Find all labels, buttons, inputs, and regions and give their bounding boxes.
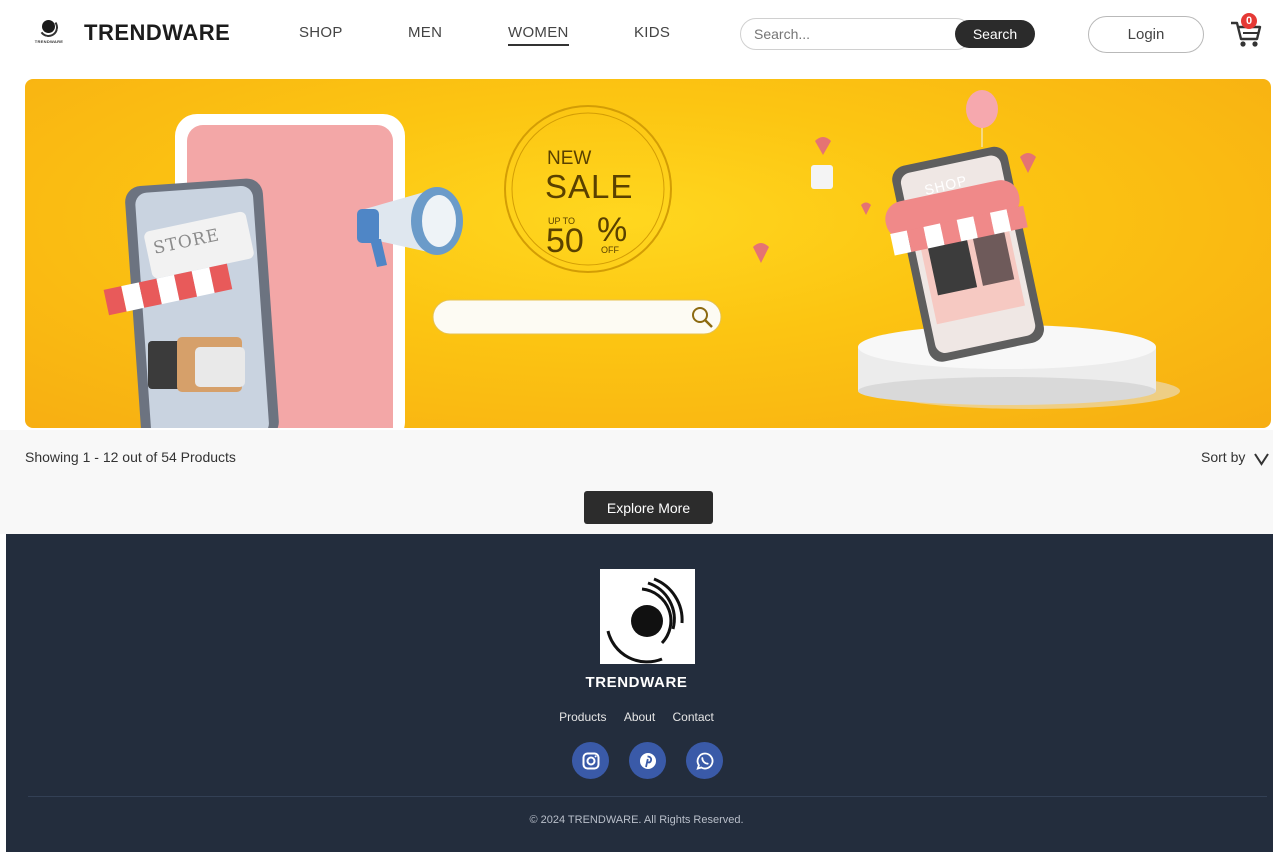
brand-name: TRENDWARE [84,20,231,45]
nav-link-kids[interactable]: KIDS [634,24,670,41]
footer-brand-name: TRENDWARE [585,674,688,691]
brand-logo-icon: TRENDWARE [26,16,72,48]
search-input[interactable] [740,18,972,50]
instagram-icon[interactable] [572,742,609,779]
hero-banner[interactable]: NEW SALE UP TO 50 % OFF STORE SHOP [25,79,1271,428]
footer-links: Products About Contact [0,710,1273,724]
copyright-text: © 2024 TRENDWARE. All Rights Reserved. [529,814,744,826]
nav-link-women[interactable]: WOMEN [508,24,569,46]
footer-link-about[interactable]: About [624,710,655,724]
chevron-down-icon[interactable] [1253,451,1270,467]
search-button[interactable]: Search [955,20,1035,48]
sale-title-text: SALE [545,168,634,205]
sale-new-text: NEW [547,148,592,169]
sort-by-label[interactable]: Sort by [1201,449,1245,465]
footer-divider [28,796,1267,797]
explore-more-button[interactable]: Explore More [584,491,713,524]
top-navbar: TRENDWARE TRENDWARE SHOP MEN WOMEN KIDS … [0,0,1273,70]
brand-logo-text: TRENDWARE [34,39,64,44]
brand[interactable]: TRENDWARE TRENDWARE [26,16,231,48]
whatsapp-icon[interactable] [686,742,723,779]
footer-link-products[interactable]: Products [559,710,606,724]
cart-count-badge: 0 [1241,13,1257,29]
nav-link-men[interactable]: MEN [408,24,442,41]
sale-off-text: OFF [601,245,619,255]
footer-logo-icon [600,569,695,664]
pinterest-icon[interactable] [629,742,666,779]
login-button[interactable]: Login [1088,16,1204,53]
hero-illustration [103,90,1180,428]
footer-link-contact[interactable]: Contact [673,710,714,724]
sale-percent-value: 50 [546,222,584,260]
nav-link-shop[interactable]: SHOP [299,24,343,41]
products-count-text: Showing 1 - 12 out of 54 Products [25,449,236,465]
